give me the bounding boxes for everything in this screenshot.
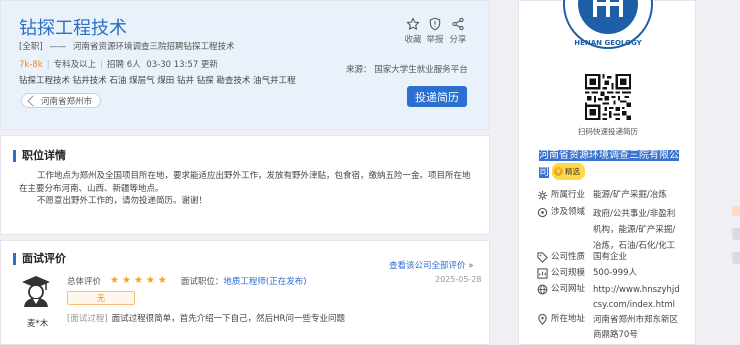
globe-icon — [537, 284, 548, 295]
website-link[interactable]: http://www.hnszyhjdcsy.com/index.html — [593, 283, 683, 313]
location-icon — [538, 314, 547, 325]
verified-badge: V 精选 — [552, 163, 585, 180]
location-text: 河南省郑州市 — [41, 96, 93, 107]
review-date: 2025-05-28 — [435, 275, 482, 284]
info-value: 河南省郑州市郑东新区商鼎路70号 — [593, 315, 679, 340]
domain-icon — [537, 207, 548, 218]
company-card: HENAN GEOLOGY 扫码快速投递简历 河南省资源环境调查三院有限公司 V 精… — [518, 0, 696, 345]
star-icon: ★ — [121, 275, 131, 286]
info-key: 所属行业 — [551, 190, 586, 200]
info-row-website: 公司网址 http://www.hnszyhjdcsy.com/index.ht… — [537, 283, 683, 313]
interview-review-card: 面试评价 查看该公司全部评价 » 麦*木 总体评价 ★ ★ ★ ★ ★ 面试职位： 地质… — [0, 240, 490, 345]
difficulty-badge: 无 — [67, 291, 135, 305]
meta-dash: —— — [49, 42, 67, 52]
job-source: 来源： 国家大学生就业服务平台 — [346, 65, 468, 75]
info-row-domain: 涉及领域 政府/公共事业/非盈利机构，能源/矿产采掘/冶炼，石油/石化/化工 — [537, 206, 683, 254]
chevron-left-icon — [27, 94, 39, 107]
star-icon: ★ — [157, 275, 167, 286]
job-header-card: 钻探工程技术 [全职] —— 河南省资源环境调查三院招聘钻探工程技术 7k-8k… — [0, 0, 490, 130]
headcount: 招聘 6人 — [107, 60, 141, 70]
favorite-label: 收藏 — [404, 35, 422, 45]
info-key: 涉及领域 — [551, 207, 586, 217]
share-icon — [452, 17, 464, 31]
qr-code — [585, 74, 631, 120]
tag-icon — [537, 252, 548, 263]
detail-paragraph: 不愿意出野外工作的，请勿投递简历。谢谢！ — [37, 196, 208, 206]
star-outline-icon — [406, 17, 420, 30]
detail-body: 工作地点为郑州及全国项目所在地，要求能适应出野外工作，发放有野外津贴，包食宿，缴… — [19, 170, 474, 208]
apply-button[interactable]: 投递简历 — [407, 86, 467, 107]
reviewer-name: 麦*木 — [27, 319, 49, 329]
info-key: 公司规模 — [551, 268, 586, 278]
recruit-line: 河南省资源环境调查三院招聘钻探工程技术 — [73, 42, 235, 52]
rating-label: 总体评价 — [67, 277, 102, 287]
star-rating: ★ ★ ★ ★ ★ — [107, 276, 167, 286]
info-key: 公司网址 — [551, 284, 586, 294]
report-shield-icon — [429, 17, 441, 31]
job-meta: [全职] —— 河南省资源环境调查三院招聘钻探工程技术 — [19, 40, 235, 52]
detail-paragraph: 工作地点为郑州及全国项目所在地，要求能适应出野外工作，发放有野外津贴，包食宿，缴… — [19, 171, 471, 194]
company-logo[interactable]: HENAN GEOLOGY — [563, 0, 653, 59]
job-title: 钻探工程技术 — [19, 18, 127, 39]
star-icon: ★ — [133, 275, 143, 286]
info-value: 能源/矿产采掘/冶炼 — [593, 190, 667, 200]
star-icon: ★ — [110, 275, 119, 286]
job-tags: 钻探工程技术 钻井技术 石油 煤层气 煤田 钻井 钻探 勘查技术 油气井工程 — [19, 76, 296, 86]
scale-icon — [537, 268, 548, 279]
position-label: 面试职位： — [180, 277, 224, 287]
floating-widget-icon[interactable] — [728, 200, 740, 270]
view-all-reviews-link[interactable]: 查看该公司全部评价 » — [389, 259, 473, 271]
position-link[interactable]: 地质工程师(正在发布) — [223, 275, 306, 287]
share-button[interactable]: 分享 — [444, 17, 472, 45]
company-name[interactable]: 河南省资源环境调查三院有限公司 V 精选 — [539, 148, 679, 180]
report-label: 举报 — [426, 35, 444, 45]
logo-text: HENAN GEOLOGY — [574, 39, 642, 47]
detail-section-title: 职位详情 — [13, 150, 66, 162]
info-value: 政府/公共事业/非盈利机构，能源/矿产采掘/冶炼，石油/石化/化工 — [593, 209, 676, 251]
industry-icon — [537, 190, 548, 201]
info-key: 所在地址 — [551, 314, 586, 324]
job-info: 7k-8k | 专科及以上 | 招聘 6人 03-30 13:57 更新 — [19, 60, 218, 70]
info-row-scale: 公司规模 500-999人 — [537, 267, 683, 280]
interview-section-title: 面试评价 — [13, 253, 66, 265]
job-type: [全职] — [19, 42, 43, 52]
share-label: 分享 — [449, 35, 467, 45]
process-text: 面试过程很简单，首先介绍一下自己，然后HR问一些专业问题 — [111, 314, 345, 324]
verified-text: 精选 — [565, 167, 580, 176]
info-key: 公司性质 — [551, 252, 586, 262]
info-value: 国有企业 — [593, 252, 628, 262]
qr-label: 扫码快速投递简历 — [578, 127, 638, 136]
rating-row: 总体评价 ★ ★ ★ ★ ★ 面试职位： 地质工程师(正在发布) — [67, 275, 307, 288]
education: 专科及以上 — [53, 60, 97, 70]
update-time: 03-30 13:57 更新 — [146, 60, 218, 70]
review-text: [面试过程] 面试过程很简单，首先介绍一下自己，然后HR问一些专业问题 — [67, 312, 345, 324]
salary: 7k-8k — [19, 60, 43, 70]
star-icon: ★ — [145, 275, 155, 286]
process-tag: [面试过程] — [67, 314, 108, 324]
graduate-avatar-icon — [22, 276, 50, 307]
verified-v-icon: V — [554, 167, 563, 176]
job-detail-card: 职位详情 工作地点为郑州及全国项目所在地，要求能适应出野外工作，发放有野外津贴，… — [0, 135, 490, 235]
location-chip[interactable]: 河南省郑州市 — [21, 93, 102, 108]
info-row-address: 所在地址 河南省郑州市郑东新区商鼎路70号 — [537, 313, 683, 343]
info-value: 500-999人 — [593, 268, 638, 278]
info-row-nature: 公司性质 国有企业 — [537, 251, 683, 264]
info-row-industry: 所属行业 能源/矿产采掘/冶炼 — [537, 189, 683, 202]
